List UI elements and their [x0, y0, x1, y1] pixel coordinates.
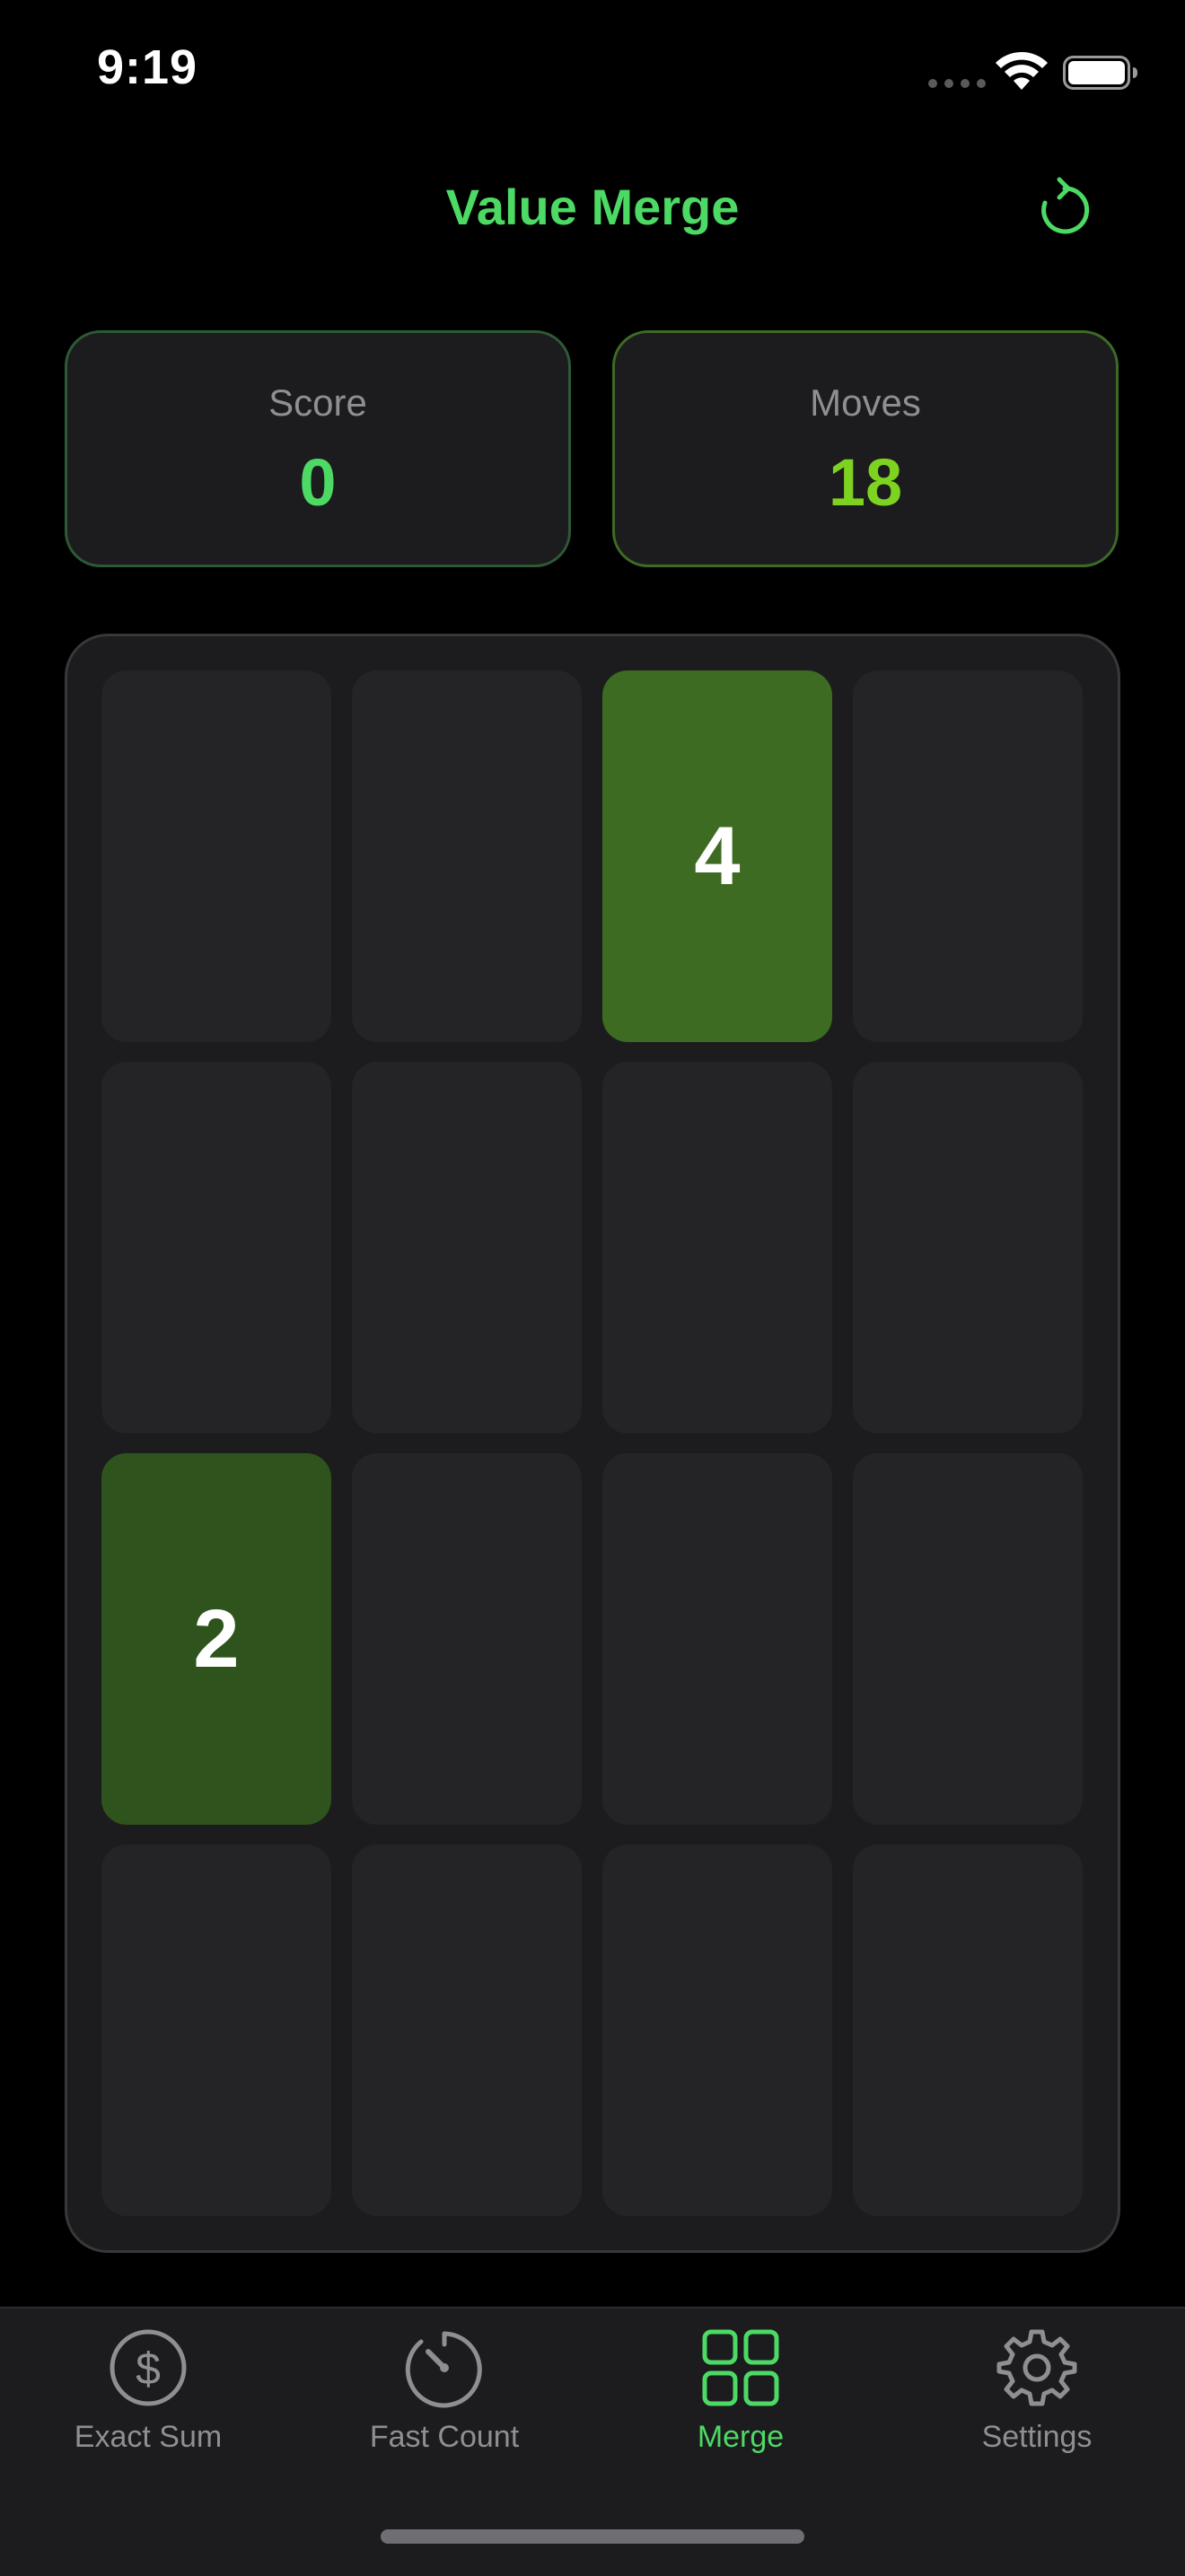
tile-value-2: 2 [101, 1453, 331, 1825]
board-cell-empty [853, 670, 1083, 1042]
refresh-icon [1041, 177, 1090, 234]
board-cell-empty [602, 1453, 832, 1825]
tab-merge[interactable]: Merge [592, 2309, 889, 2488]
status-bar: 9:19 [0, 0, 1185, 144]
board-cell-empty [101, 1844, 331, 2216]
tab-fast-count[interactable]: Fast Count [296, 2309, 592, 2488]
dollar-circle-icon: $ [110, 2329, 187, 2406]
board-cell-empty [602, 1844, 832, 2216]
board-cell-empty [602, 1062, 832, 1433]
svg-text:$: $ [136, 2344, 161, 2394]
grid-icon [702, 2329, 779, 2406]
tab-label: Settings [981, 2420, 1093, 2454]
board-cell-empty [101, 670, 331, 1042]
tab-exact-sum[interactable]: $ Exact Sum [0, 2309, 296, 2488]
game-board[interactable]: 42 [65, 634, 1120, 2253]
board-cell-empty [352, 1844, 582, 2216]
score-label: Score [268, 381, 367, 424]
board-cell-empty [853, 1453, 1083, 1825]
board-cell-empty [853, 1844, 1083, 2216]
score-card: Score 0 [65, 330, 571, 567]
moves-card: Moves 18 [612, 330, 1119, 567]
home-indicator [381, 2529, 804, 2544]
board-cell-empty [853, 1062, 1083, 1433]
moves-label: Moves [810, 381, 921, 424]
reset-button[interactable] [1032, 176, 1097, 241]
timer-icon [405, 2331, 482, 2408]
board-cell-empty [352, 1062, 582, 1433]
tab-label: Merge [697, 2420, 785, 2454]
tile-value-4: 4 [602, 670, 832, 1042]
status-time: 9:19 [97, 40, 198, 94]
board-cell-empty [101, 1062, 331, 1433]
moves-value: 18 [828, 445, 903, 520]
board-cell-empty [352, 670, 582, 1042]
battery-icon [1063, 56, 1137, 90]
board-cell-empty [352, 1453, 582, 1825]
cellular-signal-icon [928, 79, 986, 88]
tab-label: Exact Sum [74, 2420, 223, 2454]
wifi-icon [996, 51, 1048, 90]
page-title: Value Merge [445, 179, 740, 235]
tab-label: Fast Count [369, 2420, 520, 2454]
score-value: 0 [299, 445, 337, 520]
tab-settings[interactable]: Settings [889, 2309, 1185, 2488]
gear-icon [996, 2329, 1077, 2406]
